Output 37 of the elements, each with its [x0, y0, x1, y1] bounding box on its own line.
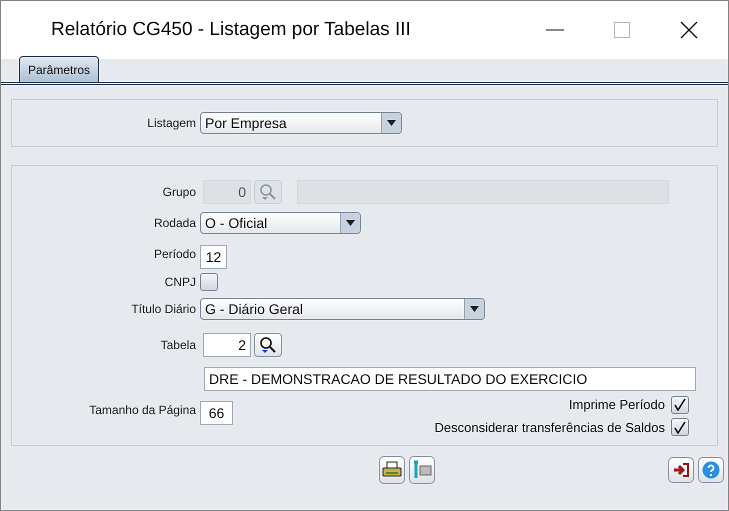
dropdown[interactable]: O - Oficial: [200, 212, 361, 234]
exit-button[interactable]: [668, 457, 694, 483]
tab[interactable]: Parâmetros: [19, 56, 100, 82]
caret-icon: [470, 306, 479, 312]
close-icon[interactable]: [680, 21, 698, 39]
input-field[interactable]: DRE - DEMONSTRACAO DE RESULTADO DO EXERCICIO: [204, 367, 696, 391]
dropdown[interactable]: G - Diário Geral: [200, 298, 485, 320]
help-button[interactable]: [698, 457, 724, 483]
search-button[interactable]: [254, 333, 282, 357]
caret-icon: [346, 220, 355, 226]
field-label: Listagem: [147, 115, 196, 132]
search-icon: [259, 336, 277, 354]
caret-icon: [387, 120, 396, 126]
field-label: Tabela: [160, 337, 196, 354]
field-label: CNPJ: [164, 274, 196, 291]
checkbox[interactable]: [671, 396, 689, 414]
window-title: Relatório CG450 - Listagem por Tabelas III: [51, 18, 411, 42]
settings-button[interactable]: [408, 456, 434, 484]
input-field[interactable]: 66: [200, 401, 233, 425]
option-label: Imprime Período: [568, 396, 665, 414]
checkbox[interactable]: [200, 273, 218, 291]
input-field[interactable]: 2: [203, 333, 251, 357]
option-label: Desconsiderar transferências de Saldos: [434, 418, 665, 436]
print-button[interactable]: [378, 456, 404, 484]
exit-icon: [673, 462, 689, 478]
help-icon: [702, 461, 720, 479]
field-label: Grupo: [162, 184, 196, 201]
printer-icon: [382, 461, 402, 479]
field-label: Tamanho da Página: [89, 402, 196, 419]
checkbox[interactable]: [671, 418, 689, 436]
dropdown[interactable]: Por Empresa: [200, 112, 402, 134]
input-field[interactable]: 12: [200, 245, 227, 269]
minimize-icon[interactable]: [546, 29, 564, 31]
field-label: Título Diário: [131, 301, 196, 318]
field-label: Período: [154, 246, 196, 263]
field-label: Rodada: [154, 215, 196, 232]
search-icon: [259, 183, 277, 201]
